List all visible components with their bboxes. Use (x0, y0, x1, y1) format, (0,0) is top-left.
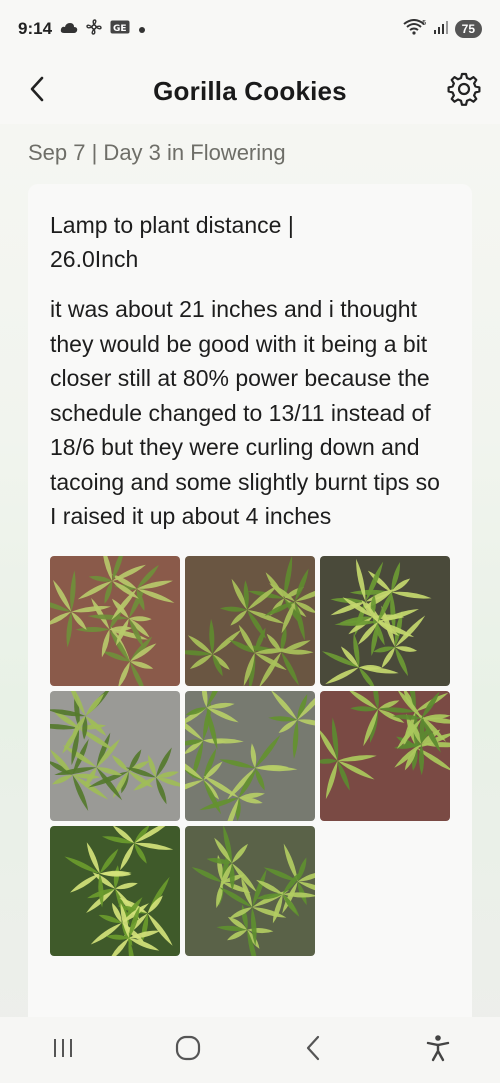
plant-photo (50, 825, 180, 956)
fan-icon (86, 18, 102, 40)
chevron-left-icon (28, 75, 46, 108)
entry-card: Lamp to plant distance | 26.0Inch it was… (28, 184, 472, 1044)
svg-text:GE: GE (113, 24, 127, 34)
battery-indicator: 75 (454, 20, 482, 38)
photo-thumbnail[interactable] (320, 690, 450, 821)
photo-thumbnail[interactable] (50, 825, 180, 956)
plant-photo (50, 555, 180, 686)
photo-thumbnail[interactable] (50, 690, 180, 821)
wifi-icon: 5 (403, 19, 427, 40)
photo-thumbnail[interactable] (50, 555, 180, 686)
status-bar: 9:14 GE 5 75 (0, 0, 500, 58)
photo-grid (50, 555, 450, 956)
entry-body: it was about 21 inches and i thought the… (50, 296, 440, 529)
plant-photo (185, 690, 315, 821)
app-header: Gorilla Cookies (0, 58, 500, 124)
home-icon (175, 1035, 201, 1066)
status-time: 9:14 (18, 19, 53, 38)
photo-thumbnail[interactable] (185, 555, 315, 686)
accessibility-icon (425, 1034, 451, 1067)
cloud-icon (60, 19, 78, 39)
accessibility-button[interactable] (408, 1025, 468, 1075)
ge-badge-icon: GE (110, 19, 130, 39)
entry-date: Sep 7 | Day 3 in Flowering (28, 140, 286, 165)
plant-photo (320, 690, 450, 821)
svg-text:5: 5 (422, 19, 426, 27)
back-button[interactable] (22, 76, 52, 106)
settings-button[interactable] (446, 72, 482, 111)
nav-back-button[interactable] (283, 1025, 343, 1075)
entry-title: Lamp to plant distance | 26.0Inch (50, 212, 294, 272)
signal-icon (433, 19, 449, 40)
dot-icon (138, 19, 146, 39)
home-button[interactable] (158, 1025, 218, 1075)
plant-photo (320, 555, 450, 686)
photo-thumbnail[interactable] (185, 690, 315, 821)
plant-photo (50, 690, 180, 821)
recent-apps-button[interactable] (33, 1025, 93, 1075)
plant-photo (185, 825, 315, 956)
back-icon (304, 1035, 322, 1066)
system-nav-bar (0, 1017, 500, 1083)
page-title: Gorilla Cookies (153, 75, 347, 106)
photo-thumbnail[interactable] (320, 555, 450, 686)
plant-photo (185, 555, 315, 686)
photo-thumbnail[interactable] (185, 825, 315, 956)
recent-apps-icon (51, 1037, 75, 1064)
gear-icon (447, 72, 481, 111)
